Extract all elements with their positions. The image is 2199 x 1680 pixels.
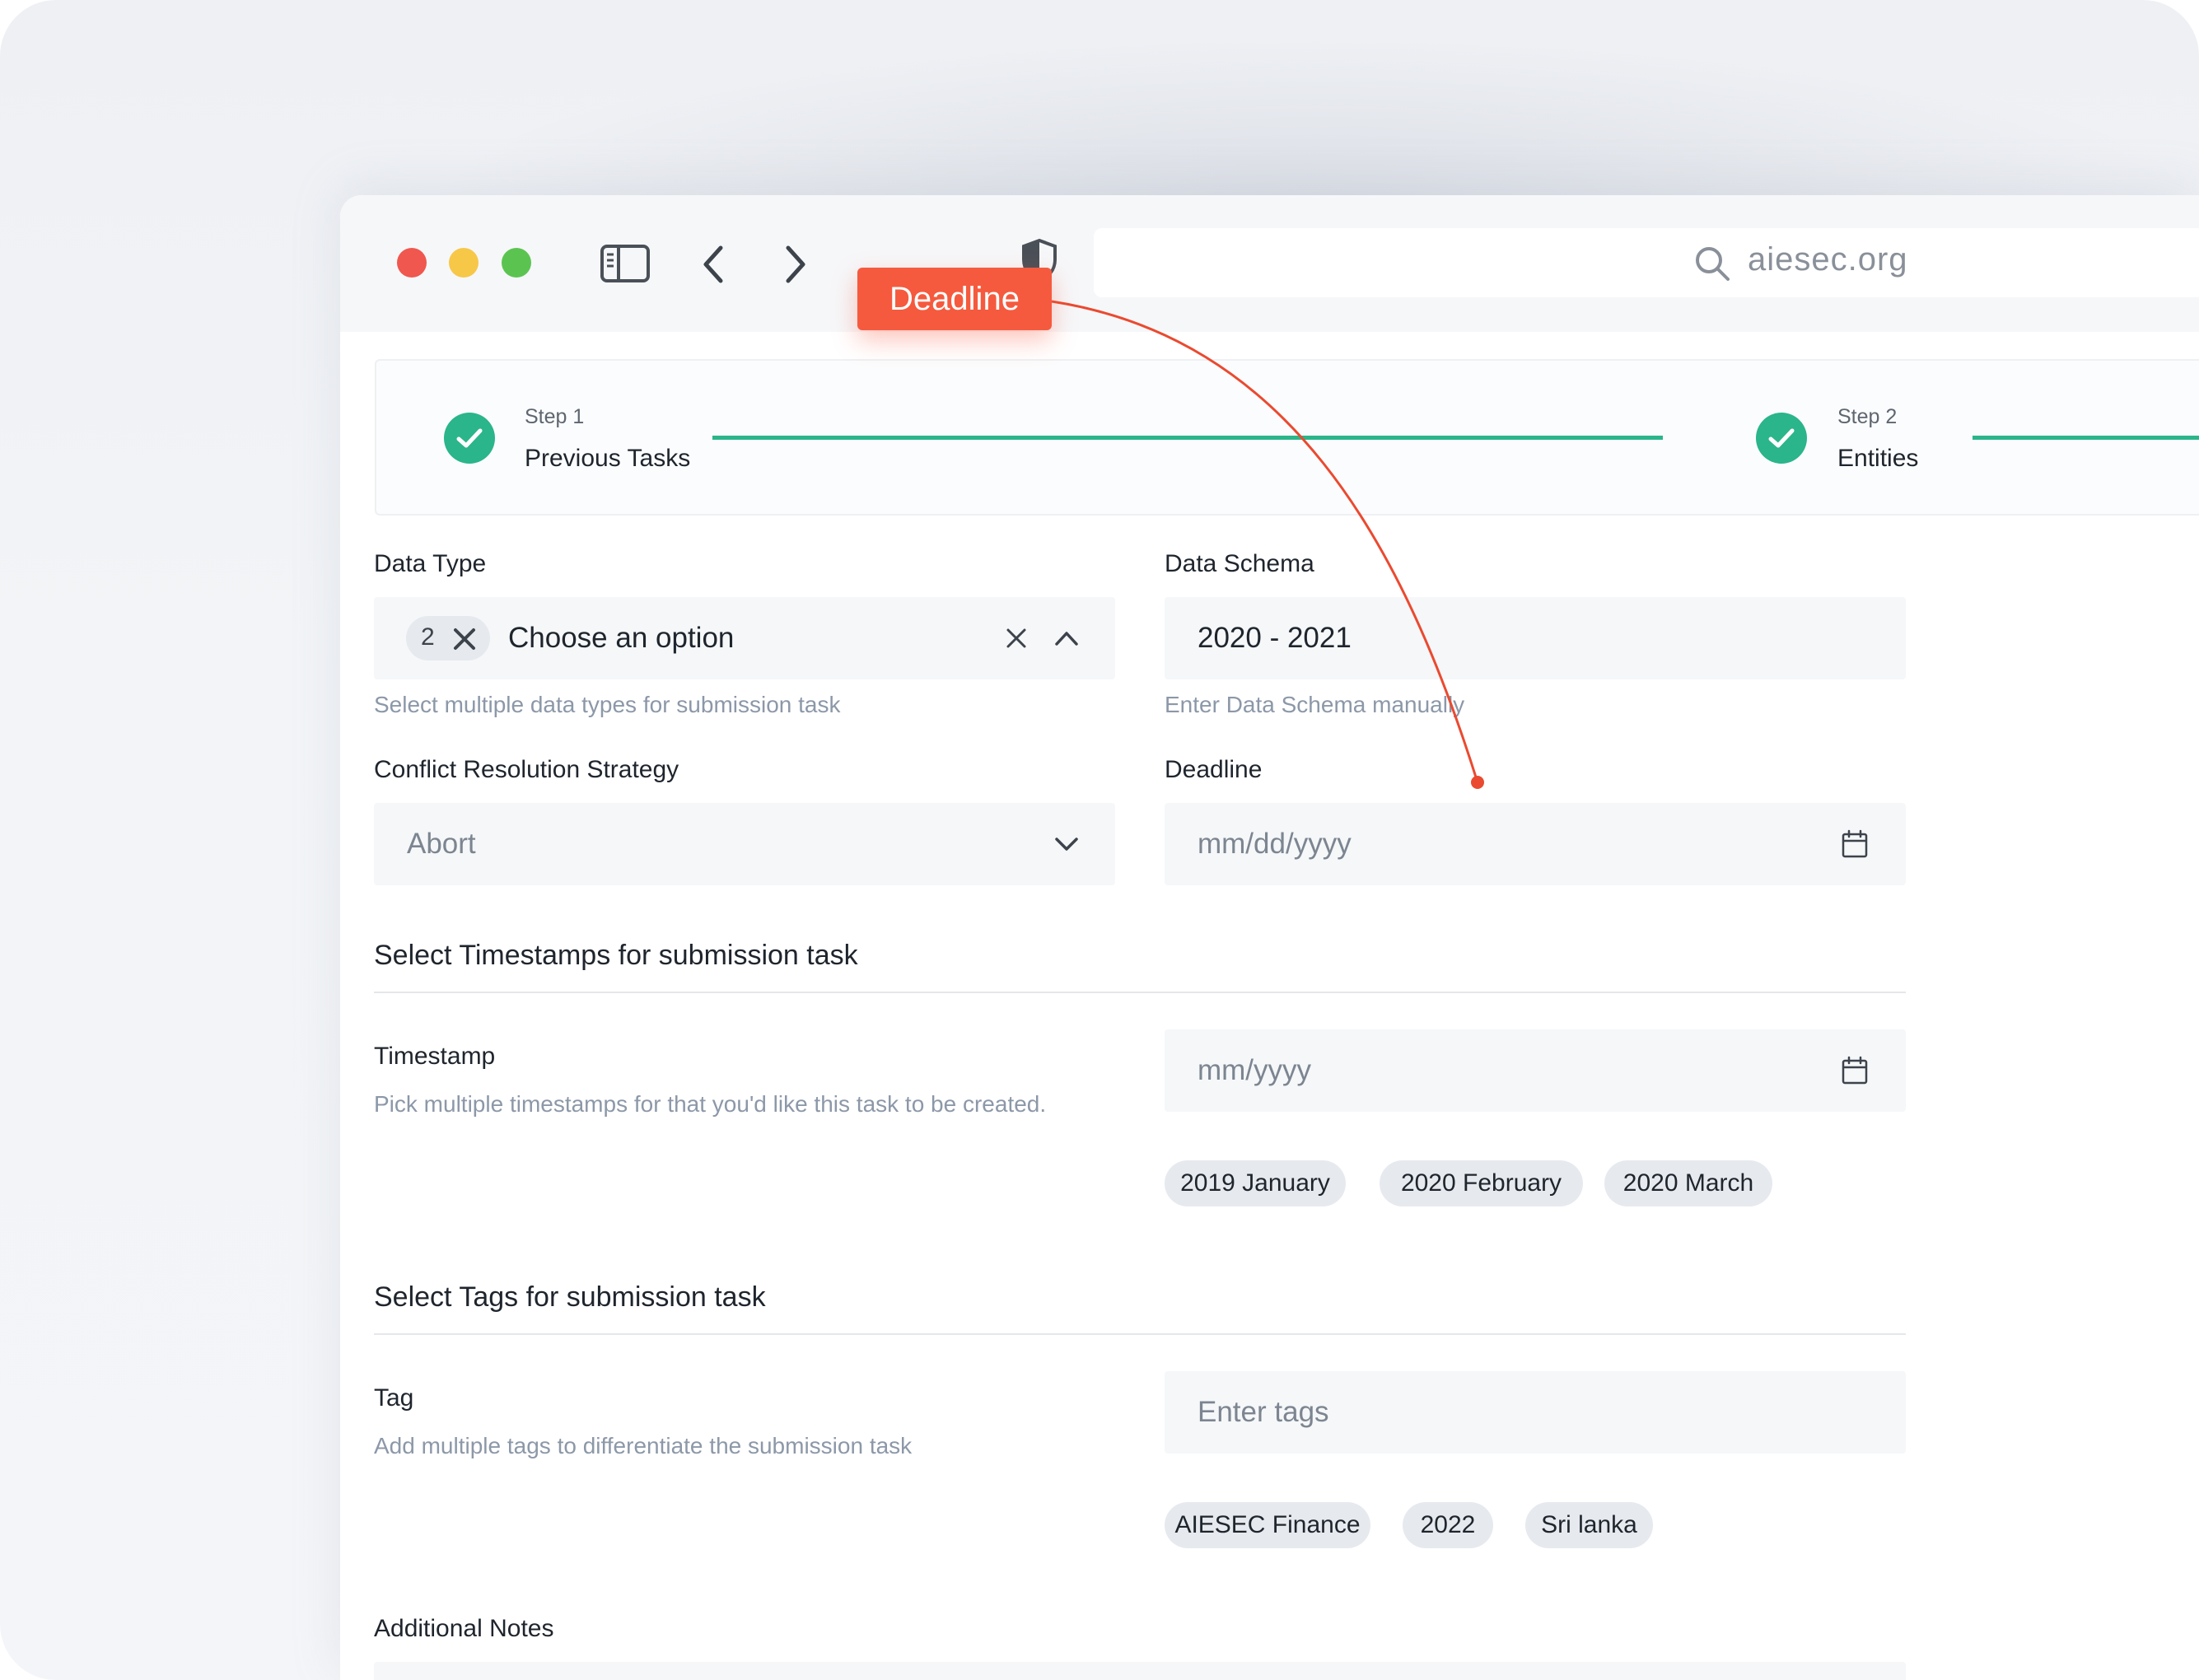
- search-icon: [1696, 247, 1730, 281]
- step-1-number: Step 1: [525, 405, 585, 428]
- deadline-placeholder: mm/dd/yyyy: [1198, 828, 1352, 860]
- conflict-resolution-value: Abort: [407, 828, 476, 860]
- additional-notes-input[interactable]: [374, 1662, 1906, 1680]
- chevron-up-icon[interactable]: [1054, 630, 1079, 646]
- stepper: Step 1 Previous Tasks Step 2 Entities: [375, 359, 2199, 516]
- step-2-label[interactable]: Entities: [1837, 445, 1918, 473]
- step-connector-1: [712, 436, 1663, 440]
- browser-toolbar: aiesec.org: [340, 195, 2199, 332]
- data-type-placeholder: Choose an option: [508, 622, 735, 654]
- selected-count: 2: [421, 623, 435, 651]
- maximize-window-button[interactable]: [502, 248, 531, 278]
- tag-label: Tag: [374, 1384, 414, 1412]
- timestamp-chip[interactable]: 2020 March: [1604, 1160, 1772, 1206]
- step-1-label[interactable]: Previous Tasks: [525, 445, 690, 473]
- close-window-button[interactable]: [397, 248, 427, 278]
- tags-placeholder: Enter tags: [1198, 1396, 1329, 1428]
- timestamp-chip[interactable]: 2020 February: [1380, 1160, 1583, 1206]
- selected-count-chip: 2: [406, 616, 490, 660]
- calendar-icon[interactable]: [1841, 829, 1869, 859]
- conflict-resolution-select[interactable]: Abort: [374, 803, 1115, 885]
- minimize-window-button[interactable]: [449, 248, 479, 278]
- tag-help: Add multiple tags to differentiate the s…: [374, 1433, 913, 1458]
- tag-chip[interactable]: Sri lanka: [1525, 1502, 1653, 1548]
- deadline-label: Deadline: [1165, 756, 1263, 783]
- data-schema-help: Enter Data Schema manually: [1165, 692, 1465, 717]
- timestamp-help: Pick multiple timestamps for that you'd …: [374, 1091, 1047, 1117]
- clear-selection-icon[interactable]: [452, 627, 477, 651]
- tag-chip[interactable]: AIESEC Finance: [1165, 1502, 1370, 1548]
- timestamp-label: Timestamp: [374, 1043, 496, 1070]
- data-type-select[interactable]: 2 Choose an option: [374, 597, 1115, 679]
- timestamp-input[interactable]: mm/yyyy: [1165, 1029, 1906, 1112]
- tag-chip[interactable]: 2022: [1403, 1502, 1493, 1548]
- data-type-label: Data Type: [374, 550, 487, 577]
- timestamps-divider: [374, 992, 1906, 993]
- close-icon[interactable]: [1006, 628, 1027, 649]
- browser-window: aiesec.org Step 1 Previous Tasks Step 2 …: [340, 195, 2199, 1680]
- chevron-down-icon[interactable]: [1054, 836, 1079, 852]
- tags-input[interactable]: Enter tags: [1165, 1371, 1906, 1454]
- deadline-input[interactable]: mm/dd/yyyy: [1165, 803, 1906, 885]
- tags-divider: [374, 1333, 1906, 1335]
- additional-notes-label: Additional Notes: [374, 1615, 554, 1642]
- deadline-callout: Deadline: [857, 268, 1052, 330]
- page-content: Step 1 Previous Tasks Step 2 Entities Da…: [340, 332, 2199, 1680]
- tags-section-title: Select Tags for submission task: [374, 1281, 766, 1313]
- chevron-left-icon[interactable]: [701, 245, 726, 284]
- timestamp-placeholder: mm/yyyy: [1198, 1054, 1312, 1086]
- data-type-help: Select multiple data types for submissio…: [374, 692, 841, 717]
- data-schema-input[interactable]: 2020 - 2021: [1165, 597, 1906, 679]
- chevron-right-icon[interactable]: [783, 245, 808, 284]
- address-bar[interactable]: aiesec.org: [1094, 228, 2199, 297]
- step-2-number: Step 2: [1837, 405, 1898, 428]
- calendar-icon[interactable]: [1841, 1056, 1869, 1085]
- address-text: aiesec.org: [1748, 241, 1908, 278]
- data-schema-value: 2020 - 2021: [1198, 622, 1352, 654]
- timestamps-section-title: Select Timestamps for submission task: [374, 940, 858, 971]
- sidebar-icon[interactable]: [600, 245, 650, 282]
- step-2-check-icon: [1756, 413, 1807, 464]
- data-schema-label: Data Schema: [1165, 550, 1314, 577]
- step-1-check-icon: [444, 413, 495, 464]
- step-connector-2: [1973, 436, 2199, 440]
- conflict-resolution-label: Conflict Resolution Strategy: [374, 756, 679, 783]
- timestamp-chip[interactable]: 2019 January: [1165, 1160, 1346, 1206]
